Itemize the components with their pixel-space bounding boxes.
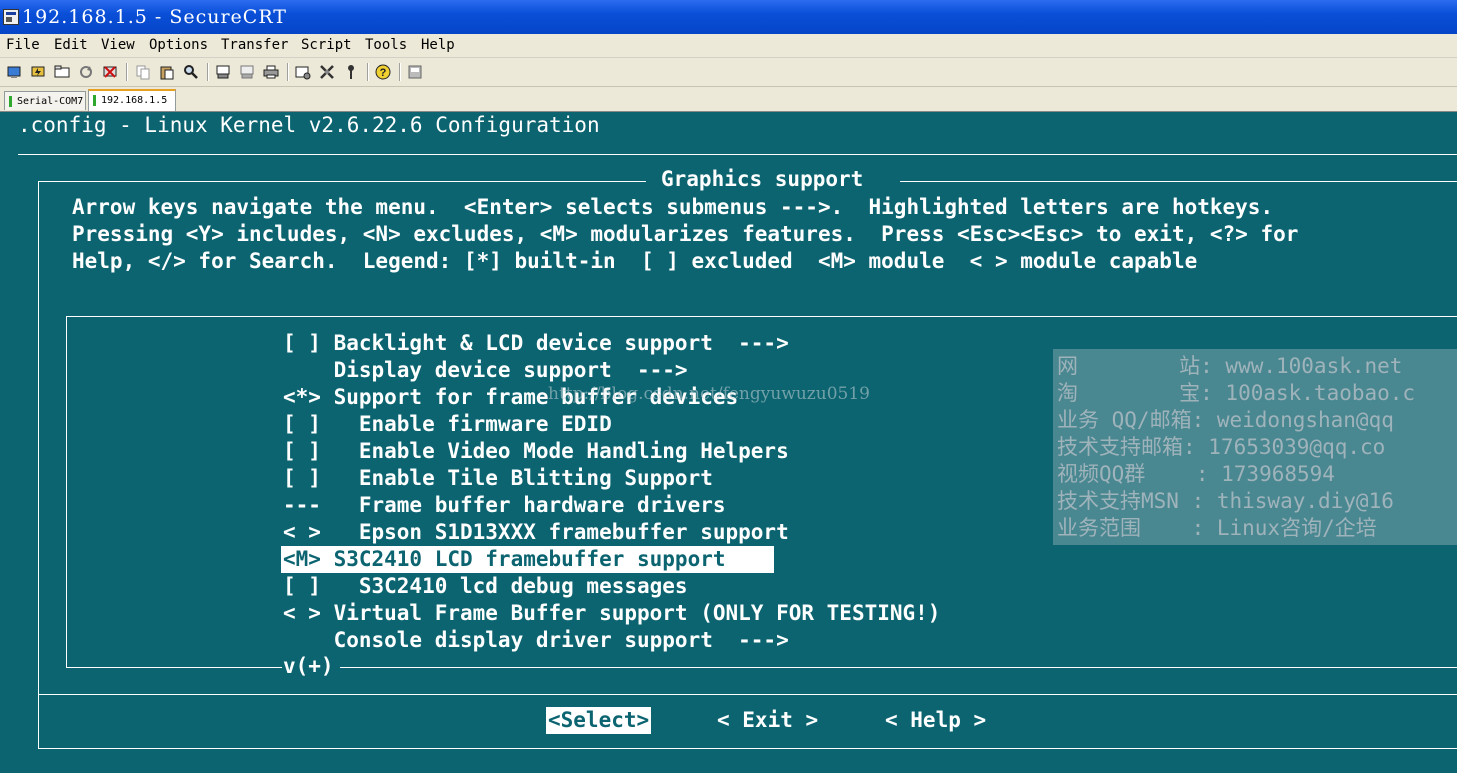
dialog-border-top-left	[38, 181, 646, 182]
tab-label: 192.168.1.5	[101, 95, 168, 106]
ad-line: 业务 QQ/邮箱: weidongshan@qq	[1057, 408, 1394, 432]
toolbar-separator	[287, 63, 289, 81]
paste-icon[interactable]	[159, 64, 175, 80]
config-header: .config - Linux Kernel v2.6.22.6 Configu…	[18, 113, 600, 137]
toolbar-separator	[126, 63, 128, 81]
ad-line: 网 站: www.100ask.net	[1057, 354, 1403, 378]
menu-item[interactable]: [ ] Enable Tile Blitting Support	[283, 465, 713, 492]
find-icon[interactable]	[183, 64, 199, 80]
menu-item[interactable]: [ ] Enable Video Mode Handling Helpers	[283, 438, 789, 465]
sftp-icon[interactable]	[407, 64, 423, 80]
menu-box-border-bottom-right	[340, 667, 1457, 668]
ad-line: 淘 宝: 100ask.taobao.c	[1057, 381, 1416, 405]
print-screen-icon[interactable]	[215, 64, 231, 80]
session-options-icon[interactable]	[295, 64, 311, 80]
select-button[interactable]: <Select>	[546, 707, 652, 734]
print-selection-icon[interactable]	[239, 64, 255, 80]
menu-view[interactable]: View	[101, 34, 135, 57]
global-options-icon[interactable]	[319, 64, 335, 80]
connect-tab-icon[interactable]	[54, 64, 70, 80]
tab-192-168-1-5[interactable]: 192.168.1.5	[88, 89, 176, 111]
connect-icon[interactable]	[6, 64, 22, 80]
dialog-border-left	[38, 181, 39, 748]
menu-file[interactable]: File	[6, 34, 40, 57]
menu-item[interactable]: [ ] Backlight & LCD device support --->	[283, 330, 789, 357]
header-divider	[18, 154, 1457, 155]
ad-line: 业务范围 : Linux咨询/企培	[1057, 516, 1377, 540]
printer-icon[interactable]	[263, 64, 279, 80]
svg-text:?: ?	[380, 67, 387, 79]
session-tab-bar: Serial-COM7 192.168.1.5	[0, 87, 1457, 112]
menu-box-border-top	[66, 316, 1457, 317]
tab-label: Serial-COM7	[17, 96, 84, 107]
help-button[interactable]: < Help >	[885, 707, 986, 734]
menu-item[interactable]: Console display driver support --->	[283, 627, 789, 654]
menu-transfer[interactable]: Transfer	[221, 34, 288, 57]
button-area-divider	[38, 694, 1457, 695]
menu-box-border-bottom-left	[66, 667, 282, 668]
toolbar-separator	[207, 63, 209, 81]
menu-item[interactable]: Display device support --->	[283, 357, 688, 384]
menu-box-border-left	[66, 316, 67, 667]
exit-button[interactable]: < Exit >	[717, 707, 818, 734]
help-icon[interactable]: ?	[375, 64, 391, 80]
menu-help[interactable]: Help	[421, 34, 455, 57]
dialog-border-top-right	[900, 181, 1457, 182]
menu-script[interactable]: Script	[301, 34, 352, 57]
window-title: 192.168.1.5 - SecureCRT	[22, 6, 287, 28]
copy-icon[interactable]	[135, 64, 151, 80]
dialog-border-bottom	[38, 748, 1457, 749]
reconnect-icon[interactable]	[78, 64, 94, 80]
menu-edit[interactable]: Edit	[54, 34, 88, 57]
toolbar-separator	[399, 63, 401, 81]
menu-bar: File Edit View Options Transfer Script T…	[0, 34, 1457, 58]
ad-line: 技术支持邮箱: 17653039@qq.co	[1057, 435, 1386, 459]
securecrt-app-icon[interactable]	[3, 9, 19, 25]
help-text-line-2: Pressing <Y> includes, <N> excludes, <M>…	[72, 222, 1299, 246]
disconnect-icon[interactable]	[102, 64, 118, 80]
menu-item[interactable]: [ ] Enable firmware EDID	[283, 411, 612, 438]
menu-options[interactable]: Options	[149, 34, 208, 57]
menu-item[interactable]: [ ] S3C2410 lcd debug messages	[283, 573, 688, 600]
overlay-ad-box: 网 站: www.100ask.net 淘 宝: 100ask.taobao.c…	[1053, 349, 1457, 545]
more-items-indicator: v(+)	[283, 654, 334, 678]
menu-item[interactable]: < > Virtual Frame Buffer support (ONLY F…	[283, 600, 940, 627]
menu-tools[interactable]: Tools	[365, 34, 407, 57]
quick-connect-icon[interactable]	[30, 64, 46, 80]
help-text-line-1: Arrow keys navigate the menu. <Enter> se…	[72, 195, 1274, 219]
help-text-line-3: Help, </> for Search. Legend: [*] built-…	[72, 249, 1198, 273]
keymap-icon[interactable]	[343, 64, 359, 80]
toolbar: ?	[0, 58, 1457, 87]
window-titlebar: 192.168.1.5 - SecureCRT	[0, 0, 1457, 34]
ad-line: 技术支持MSN : thisway.diy@16	[1057, 489, 1394, 513]
connected-indicator-icon	[93, 95, 96, 106]
ad-line: 视频QQ群 : 173968594	[1057, 462, 1335, 486]
dialog-title: Graphics support	[661, 167, 864, 191]
tab-serial-com7[interactable]: Serial-COM7	[4, 91, 86, 110]
menu-item[interactable]: --- Frame buffer hardware drivers	[283, 492, 726, 519]
terminal-screen[interactable]: .config - Linux Kernel v2.6.22.6 Configu…	[0, 112, 1457, 773]
menu-item-selected[interactable]: <M> S3C2410 LCD framebuffer support	[283, 546, 726, 573]
connected-indicator-icon	[9, 96, 12, 107]
blog-watermark: http://blog.csdn.net/fengyuwuzu0519	[548, 384, 870, 404]
toolbar-separator	[367, 63, 369, 81]
menu-item[interactable]: < > Epson S1D13XXX framebuffer support	[283, 519, 789, 546]
